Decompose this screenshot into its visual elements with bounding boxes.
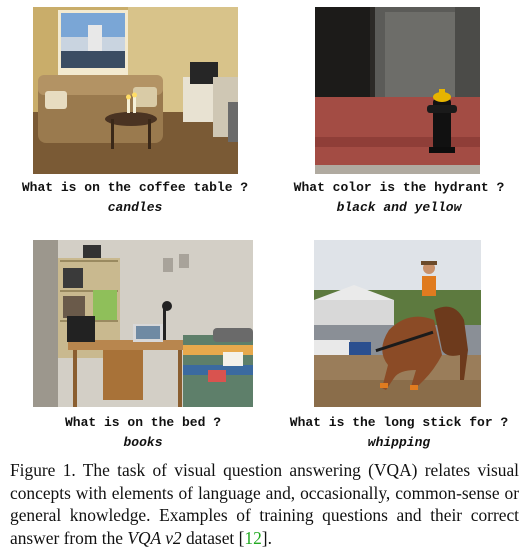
living-room-photo (33, 7, 238, 174)
caption-dataset: VQA v2 (127, 527, 182, 548)
question-1: What is on the coffee table ? (21, 180, 249, 195)
bedroom-photo (33, 240, 253, 407)
rodeo-photo (314, 240, 481, 407)
answer-4: whipping (367, 435, 431, 450)
caption-text-after: dataset [ (181, 527, 245, 548)
question-2: What color is the hydrant ? (293, 180, 505, 195)
answer-3: books (123, 435, 163, 450)
caption-label: Figure 1. (10, 460, 76, 480)
hydrant-photo (315, 7, 480, 174)
answer-2: black and yellow (336, 200, 462, 215)
question-4: What is the long stick for ? (289, 415, 509, 430)
answer-1: candles (107, 200, 163, 215)
caption-text-end: ]. (261, 527, 272, 548)
citation-link[interactable]: 12 (244, 528, 261, 548)
question-3: What is on the bed ? (64, 415, 222, 430)
figure-caption: Figure 1. The task of visual question an… (10, 459, 519, 549)
